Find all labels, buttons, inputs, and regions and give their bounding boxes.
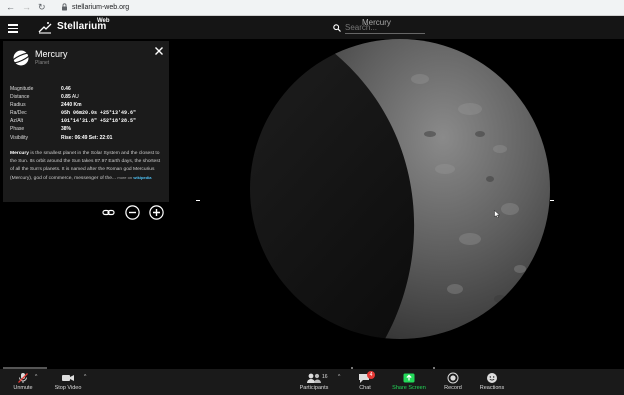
unmute-label: Unmute: [13, 385, 33, 391]
record-icon: [447, 372, 459, 384]
property-key: Radius: [10, 102, 26, 109]
object-info-panel: Mercury Planet Magnitude 0.46 Distance 0…: [3, 41, 169, 202]
property-key: Az/Alt: [10, 118, 24, 125]
description-bold-name: Mercury: [10, 151, 30, 156]
reload-icon[interactable]: ↻: [38, 2, 46, 13]
logo-superscript: Web: [97, 18, 110, 24]
chat-notification-badge: 4: [367, 371, 375, 379]
participants-count: 16: [322, 374, 328, 380]
forward-icon[interactable]: →: [22, 2, 31, 13]
stop-video-label: Stop Video: [54, 385, 82, 391]
share-screen-button[interactable]: Share Screen: [389, 372, 429, 391]
reactions-button[interactable]: Reactions: [477, 372, 507, 391]
mouse-cursor-icon: [494, 210, 500, 218]
property-value: 2440 Km: [61, 102, 82, 109]
zoom-in-icon[interactable]: [149, 205, 164, 220]
object-name: Mercury: [35, 49, 68, 59]
search-input[interactable]: [345, 22, 425, 34]
link-icon[interactable]: [101, 205, 116, 220]
search-icon[interactable]: [333, 24, 341, 32]
reactions-icon: [487, 373, 497, 383]
pointer-marker-right: [550, 200, 554, 201]
more-on-label: more on: [117, 174, 133, 180]
property-key: Phase: [10, 126, 25, 133]
property-value: 101°14'31.8" +52°18'28.5": [61, 118, 137, 125]
stop-video-button[interactable]: Stop Video: [52, 372, 84, 391]
property-value: 05h 06m20.0s +25°13'49.6": [61, 110, 137, 117]
property-key: Distance: [10, 94, 30, 101]
participants-label: Participants: [299, 385, 329, 391]
chevron-up-icon[interactable]: ^: [35, 374, 37, 380]
reactions-label: Reactions: [479, 385, 505, 391]
object-type: Planet: [35, 60, 50, 66]
property-value: Rise: 06:49 Set: 22:01: [61, 134, 113, 141]
screen: ← → ↻ stellarium-web.org Stellarium Web …: [0, 0, 624, 395]
close-icon[interactable]: [154, 46, 164, 56]
chat-label: Chat: [359, 385, 371, 391]
lock-icon: [62, 3, 67, 11]
browser-address-bar: ← → ↻ stellarium-web.org: [0, 0, 624, 16]
back-icon[interactable]: ←: [6, 2, 15, 13]
record-label: Record: [444, 385, 462, 391]
zoom-out-icon[interactable]: [125, 205, 140, 220]
pointer-marker-left: [196, 200, 200, 201]
share-screen-icon: [403, 373, 415, 383]
property-key: Magnitude: [10, 86, 34, 92]
property-key: Ra/Dec: [10, 110, 27, 117]
record-button[interactable]: Record: [441, 372, 465, 391]
object-description: Mercury is the smallest planet in the So…: [10, 150, 162, 183]
property-value: 38%: [61, 126, 72, 133]
video-camera-icon: [62, 375, 74, 381]
property-key: Visibility: [10, 134, 28, 141]
unmute-button[interactable]: Unmute: [9, 372, 37, 391]
property-value: 0.46: [61, 86, 71, 92]
share-screen-label: Share Screen: [392, 385, 426, 391]
microphone-muted-icon: [18, 373, 28, 383]
chevron-up-icon[interactable]: ^: [338, 374, 340, 380]
url-text[interactable]: stellarium-web.org: [72, 3, 129, 12]
chevron-up-icon[interactable]: ^: [84, 374, 86, 380]
wikipedia-link[interactable]: wikipedia: [133, 175, 151, 180]
stellarium-logo-icon: [38, 22, 52, 34]
participants-icon: [307, 373, 321, 383]
property-value: 0.85 AU: [61, 94, 79, 101]
planet-icon: [12, 50, 30, 66]
menu-icon[interactable]: [8, 24, 18, 33]
